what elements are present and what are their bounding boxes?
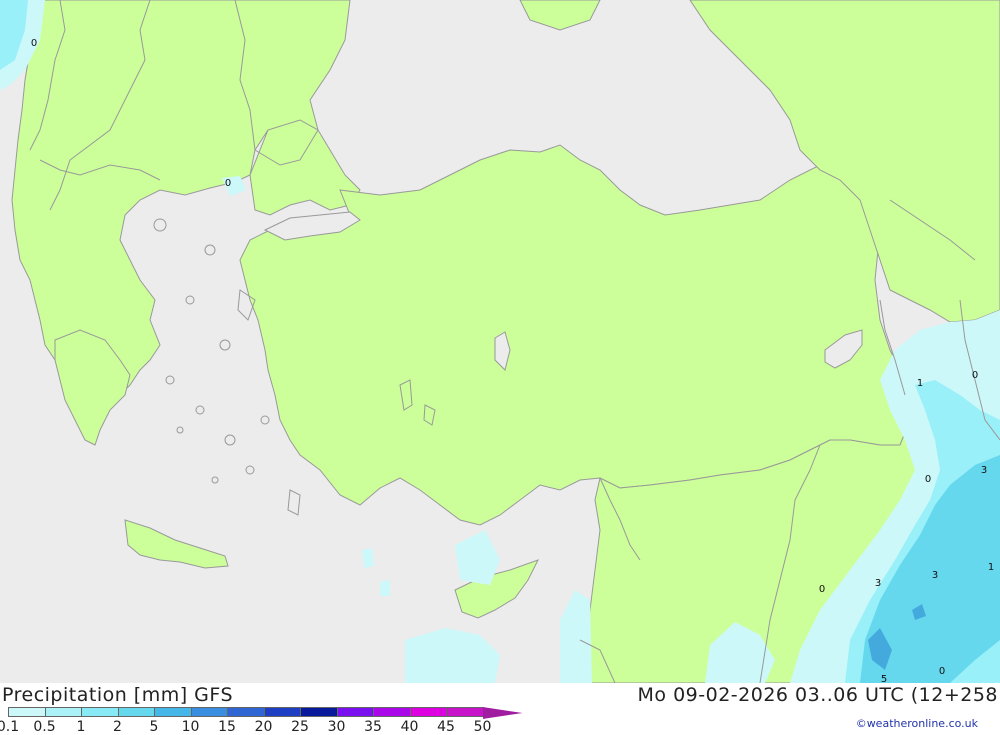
legend-swatch — [263, 707, 301, 717]
precip-value-label: 0 — [939, 666, 945, 677]
legend-swatch — [482, 707, 523, 719]
map-title: Precipitation [mm] GFS — [2, 684, 234, 706]
forecast-date: Mo 09-02-2026 03..06 UTC (12+258 — [637, 684, 998, 706]
legend-swatch — [336, 707, 374, 717]
legend-swatch — [81, 707, 119, 717]
precip-value-label: 1 — [988, 562, 994, 573]
legend-swatch — [44, 707, 82, 717]
precip-value-label: 5 — [881, 674, 887, 683]
legend-swatch — [154, 707, 192, 717]
precip-value-label: 0 — [925, 474, 931, 485]
precip-value-label: 3 — [981, 465, 987, 476]
legend-swatch — [117, 707, 155, 717]
precipitation-legend — [8, 707, 523, 719]
legend-swatch — [446, 707, 484, 717]
precip-value-label: 0 — [225, 178, 231, 189]
precip-value-label: 1 — [917, 378, 923, 389]
precip-value-label: 0 — [972, 370, 978, 381]
precip-value-label: 0 — [31, 38, 37, 49]
legend-swatch — [8, 707, 46, 717]
precip-value-label: 3 — [875, 578, 881, 589]
legend-swatch — [373, 707, 411, 717]
precipitation-map: 0 0 1 0 0 3 1 0 3 3 5 0 — [0, 0, 1000, 683]
legend-swatch — [190, 707, 228, 717]
legend-swatch — [227, 707, 265, 717]
legend-swatch — [409, 707, 447, 717]
credit-link[interactable]: ©weatheronline.co.uk — [856, 717, 978, 730]
precip-value-label: 0 — [819, 584, 825, 595]
precip-small-a — [362, 548, 374, 568]
precip-value-label: 3 — [932, 570, 938, 581]
legend-labels: 0.1 0.5 1 2 5 10 15 20 25 30 35 40 45 50 — [0, 719, 520, 735]
map-footer: Precipitation [mm] GFS Mo 09-02-2026 03.… — [0, 683, 1000, 735]
legend-swatch — [300, 707, 338, 717]
precip-small-b — [380, 580, 390, 596]
